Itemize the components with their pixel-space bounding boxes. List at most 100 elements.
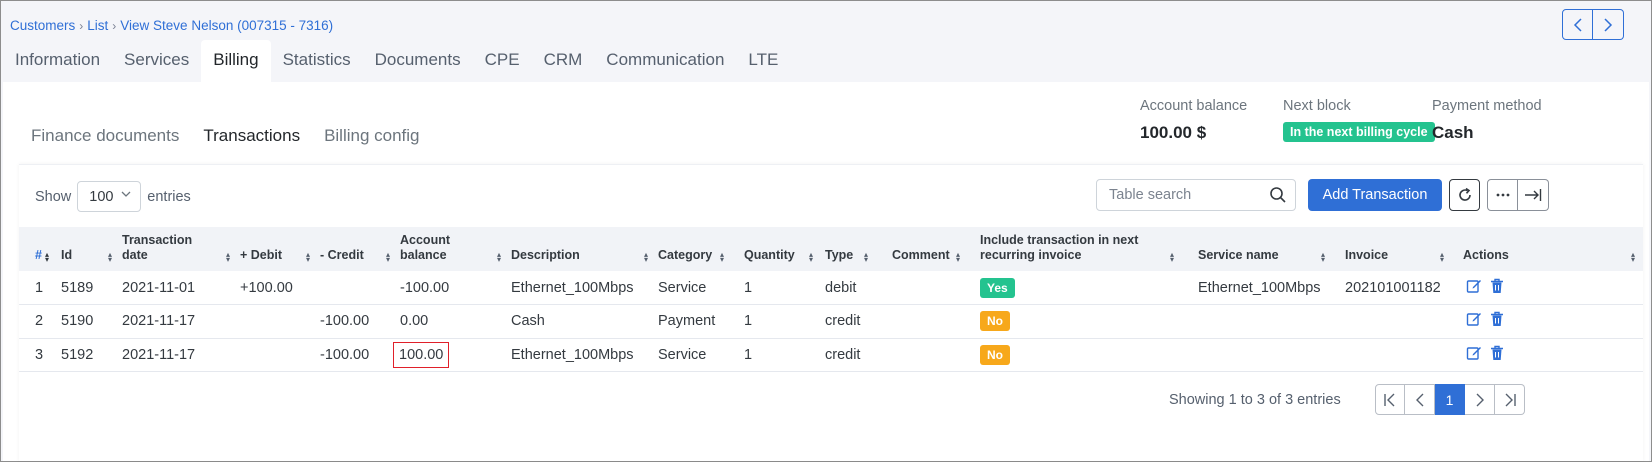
cell-id: 5189: [61, 279, 94, 296]
cell-credit: [320, 271, 400, 305]
column-account-balance[interactable]: Account balance ▴ ▾: [400, 227, 511, 271]
previous-record-button[interactable]: [1562, 9, 1593, 40]
chevron-right-icon: [1476, 393, 1484, 406]
table-header-row: # ▴ ▾ Id ▴ ▾ Transaction date ▴ ▾ + Debit ▴ ▾ - …: [19, 227, 1643, 271]
column-invoice[interactable]: Invoice ▴ ▾: [1345, 227, 1466, 271]
delete-icon[interactable]: [1490, 311, 1504, 327]
column-include-next-invoice[interactable]: Include transaction in next recurring in…: [980, 227, 1198, 271]
pagination: 1: [1375, 384, 1525, 415]
cell-type: credit: [825, 346, 861, 363]
cell-date: 2021-11-01: [122, 279, 196, 296]
tab-statistics[interactable]: Statistics: [271, 40, 363, 82]
refresh-icon: [1458, 187, 1471, 201]
column-credit[interactable]: - Credit ▴ ▾: [320, 227, 400, 271]
refresh-button[interactable]: [1449, 179, 1480, 211]
tab-billing[interactable]: Billing: [201, 40, 271, 82]
arrow-to-right-icon: [1525, 189, 1542, 201]
expand-button[interactable]: [1518, 179, 1549, 211]
tab-transactions[interactable]: Transactions: [203, 126, 300, 146]
chevron-down-icon: [121, 189, 131, 202]
cell-include: Yes: [980, 271, 1198, 305]
tab-documents[interactable]: Documents: [363, 40, 473, 82]
billing-panel: Finance documents Transactions Billing c…: [3, 82, 1649, 461]
chevron-right-icon: [1604, 17, 1613, 32]
entries-label: entries: [147, 188, 191, 205]
edit-icon[interactable]: [1466, 278, 1482, 294]
tab-information[interactable]: Information: [1, 40, 112, 82]
breadcrumb-current[interactable]: View Steve Nelson (007315 - 7316): [120, 18, 333, 33]
previous-page-button[interactable]: [1405, 384, 1435, 415]
page-size-select[interactable]: 100: [77, 181, 142, 212]
cell-balance: 100.00: [393, 338, 511, 372]
app-frame: Customers › List › View Steve Nelson (00…: [0, 0, 1652, 462]
tab-crm[interactable]: CRM: [532, 40, 595, 82]
show-label: Show: [35, 188, 72, 205]
cell-invoice: [1345, 305, 1466, 339]
delete-icon[interactable]: [1490, 278, 1504, 294]
cell-actions: [1466, 338, 1643, 372]
tab-lte[interactable]: LTE: [736, 40, 790, 82]
delete-icon[interactable]: [1490, 345, 1504, 361]
column-category[interactable]: Category ▴ ▾: [658, 227, 744, 271]
column-transaction-date[interactable]: Transaction date ▴ ▾: [122, 227, 240, 271]
cell-credit: -100.00: [320, 313, 370, 330]
include-yes-badge: Yes: [980, 277, 1015, 298]
column-actions[interactable]: Actions ▴ ▾: [1463, 227, 1643, 271]
more-options-button[interactable]: [1487, 179, 1518, 211]
cell-comment: [892, 271, 980, 305]
cell-comment: [892, 338, 980, 372]
include-no-badge: No: [980, 311, 1010, 332]
cell-credit: -100.00: [320, 346, 370, 363]
tab-finance-documents[interactable]: Finance documents: [31, 126, 179, 146]
breadcrumb: Customers › List › View Steve Nelson (00…: [10, 18, 333, 33]
next-page-button[interactable]: [1465, 384, 1495, 415]
payment-method-label: Payment method: [1432, 98, 1542, 114]
cell-description: Ethernet_100Mbps: [511, 346, 634, 363]
next-block-summary: Next block In the next billing cycle: [1283, 98, 1435, 142]
cell-invoice[interactable]: 202101001182: [1345, 271, 1466, 305]
edit-icon[interactable]: [1466, 311, 1482, 327]
column-service-name[interactable]: Service name ▴ ▾: [1198, 227, 1345, 271]
cell-date: 2021-11-17: [122, 346, 196, 363]
cell-category: Payment: [658, 313, 716, 330]
column-description[interactable]: Description ▴ ▾: [511, 227, 658, 271]
cell-debit: [240, 338, 320, 372]
page-1-button[interactable]: 1: [1435, 384, 1465, 415]
table-row[interactable]: 2 5190 2021-11-17 -100.00 0.00 Cash Paym…: [19, 305, 1643, 339]
tab-billing-config[interactable]: Billing config: [324, 126, 419, 146]
column-number[interactable]: # ▴ ▾: [19, 227, 61, 271]
next-record-button[interactable]: [1593, 9, 1624, 40]
last-page-button[interactable]: [1495, 384, 1525, 415]
edit-icon[interactable]: [1466, 345, 1482, 361]
tab-services[interactable]: Services: [112, 40, 201, 82]
first-page-button[interactable]: [1375, 384, 1405, 415]
column-id[interactable]: Id ▴ ▾: [61, 227, 122, 271]
cell-type: debit: [825, 279, 857, 296]
first-page-icon: [1384, 393, 1395, 406]
main-tabs: Information Services Billing Statistics …: [1, 40, 790, 82]
breadcrumb-list[interactable]: List: [87, 18, 108, 33]
chevron-right-icon: ›: [79, 18, 84, 33]
cell-service-name: [1198, 305, 1345, 339]
table-search-input[interactable]: Table search: [1096, 179, 1296, 211]
column-debit[interactable]: + Debit ▴ ▾: [240, 227, 320, 271]
column-quantity[interactable]: Quantity ▴ ▾: [744, 227, 825, 271]
table-row[interactable]: 1 5189 2021-11-01 +100.00 -100.00 Ethern…: [19, 271, 1643, 305]
breadcrumb-customers[interactable]: Customers: [10, 18, 75, 33]
next-block-badge: In the next billing cycle: [1283, 122, 1435, 142]
cell-service-name: [1198, 338, 1345, 372]
cell-quantity: 1: [744, 313, 753, 330]
cell-description: Ethernet_100Mbps: [511, 279, 634, 296]
tab-communication[interactable]: Communication: [594, 40, 736, 82]
table-row[interactable]: 3 5192 2021-11-17 -100.00 100.00 Etherne…: [19, 338, 1643, 372]
transactions-card: Show 100 entries Table search Add Transa…: [19, 164, 1643, 461]
cell-quantity: 1: [744, 346, 753, 363]
tab-cpe[interactable]: CPE: [473, 40, 532, 82]
column-type[interactable]: Type ▴ ▾: [825, 227, 892, 271]
column-comment[interactable]: Comment ▴ ▾: [892, 227, 980, 271]
record-navigation: [1562, 9, 1624, 40]
table-options-group: [1487, 179, 1549, 211]
add-transaction-button[interactable]: Add Transaction: [1308, 179, 1442, 211]
account-balance-value: 100.00 $: [1140, 123, 1207, 142]
cell-balance: 0.00: [400, 313, 429, 330]
